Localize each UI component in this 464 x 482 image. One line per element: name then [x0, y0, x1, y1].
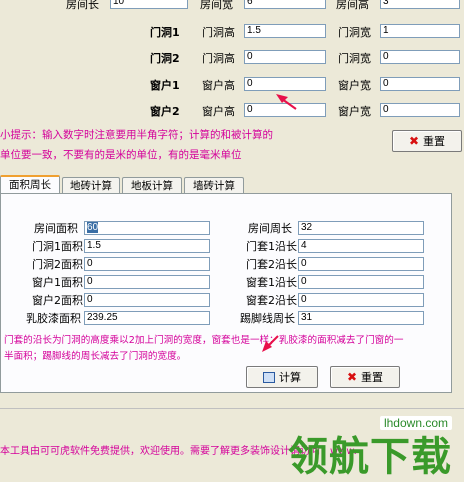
arrow-lower	[262, 335, 279, 352]
annotation-arrows	[262, 94, 297, 352]
arrow-upper	[276, 94, 297, 110]
